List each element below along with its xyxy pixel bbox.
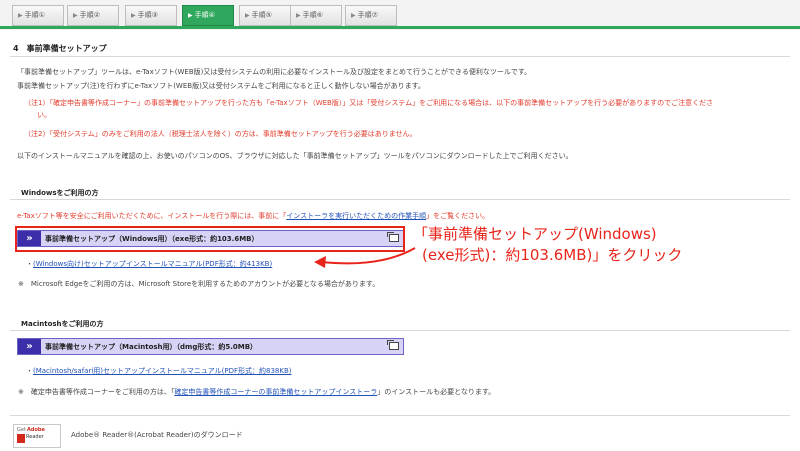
- tab-label: 手順⑥: [302, 11, 323, 19]
- badge-reader-text: Reader: [26, 434, 44, 440]
- intro-text-3: 以下のインストールマニュアルを確認の上、お使いのパソコンのOS、ブラウザに対応し…: [17, 152, 573, 160]
- creation-corner-installer-link[interactable]: 確定申告書等作成コーナーの事前準備セットアップインストーラ: [174, 388, 377, 396]
- tab-step-3[interactable]: ▶ 手順③: [125, 5, 177, 26]
- intro-text-1: 「事前準備セットアップ」ツールは、e-Taxソフト(WEB版)又は受付システムの…: [17, 68, 532, 76]
- adobe-logo-icon: [17, 434, 25, 443]
- edge-note: ※ Microsoft Edgeをご利用の方は、Microsoft Storeを…: [18, 280, 380, 288]
- triangle-icon: ▶: [296, 12, 301, 19]
- windows-heading: Windowsをご利用の方: [21, 189, 99, 197]
- tab-step-5[interactable]: ▶ 手順⑤: [239, 5, 291, 26]
- adobe-reader-badge[interactable]: Get Adobe Reader: [13, 424, 61, 448]
- note-1: （注1）「確定申告書等作成コーナー」の事前準備セットアップを行った方も「e-Ta…: [24, 99, 714, 107]
- triangle-icon: ▶: [351, 12, 356, 19]
- warning-text-end: 」をご覧ください。: [426, 212, 490, 220]
- mac-note-text: ※ 確定申告書等作成コーナーをご利用の方は、「: [18, 388, 175, 396]
- tab-label: 手順①: [24, 11, 45, 19]
- triangle-icon: ▶: [73, 12, 78, 19]
- triangle-icon: ▶: [18, 12, 23, 19]
- installer-procedure-link[interactable]: インストーラを実行いただくための作業手順: [286, 212, 426, 220]
- tab-step-6[interactable]: ▶ 手順⑥: [290, 5, 342, 26]
- note-1-continued: い。: [37, 111, 51, 119]
- annotation-highlight-box: [15, 226, 405, 252]
- tab-label: 手順④: [194, 11, 215, 19]
- mac-download-label: 事前準備セットアップ（Macintosh用）（dmg形式：約5.0MB）: [45, 343, 258, 351]
- mac-heading: Macintoshをご利用の方: [21, 320, 104, 328]
- adobe-download-text: Adobe® Reader®(Acrobat Reader)のダウンロード: [71, 431, 243, 439]
- badge-adobe-text: Adobe: [27, 427, 45, 433]
- callout-line-1: 「事前準備セットアップ(Windows): [413, 225, 657, 243]
- note-2: （注2）「受付システム」のみをご利用の法人（税理士法人を除く）の方は、事前準備セ…: [24, 130, 417, 138]
- divider: [10, 56, 790, 57]
- tab-step-4[interactable]: ▶ 手順④: [182, 5, 234, 26]
- tab-label: 手順③: [137, 11, 158, 19]
- double-chevron-right-icon: »: [18, 339, 41, 354]
- tab-step-1[interactable]: ▶ 手順①: [12, 5, 64, 26]
- tab-step-7[interactable]: ▶ 手順⑦: [345, 5, 397, 26]
- warning-text: e-Taxソフト等を安全にご利用いただくために、インストールを行う際には、事前に…: [17, 212, 287, 220]
- step-tab-bar: ▶ 手順① ▶ 手順② ▶ 手順③ ▶ 手順④ ▶ 手順⑤ ▶ 手順⑥ ▶ 手順⑦: [0, 0, 800, 30]
- mac-note: ※ 確定申告書等作成コーナーをご利用の方は、「確定申告書等作成コーナーの事前準備…: [18, 387, 495, 397]
- mac-manual-link[interactable]: (Macintosh/safari用)セットアップインストールマニュアル(PDF…: [33, 367, 292, 375]
- mac-note-text-end: 」のインストールも必要となります。: [377, 388, 496, 396]
- external-window-icon: [387, 340, 399, 350]
- windows-warning: e-Taxソフト等を安全にご利用いただくために、インストールを行う際には、事前に…: [17, 211, 489, 221]
- divider: [10, 415, 790, 416]
- mac-download-button[interactable]: » 事前準備セットアップ（Macintosh用）（dmg形式：約5.0MB）: [17, 338, 404, 355]
- divider: [10, 330, 790, 331]
- tab-label: 手順⑤: [251, 11, 272, 19]
- tab-label: 手順⑦: [357, 11, 378, 19]
- section-title: 4 事前準備セットアップ: [13, 44, 107, 53]
- tab-label: 手順②: [79, 11, 100, 19]
- callout-line-2: (exe形式)：約103.6MB)」をクリック: [422, 246, 683, 264]
- mac-manual-item: ・(Macintosh/safari用)セットアップインストールマニュアル(PD…: [26, 366, 292, 376]
- badge-get-text: Get: [17, 427, 26, 433]
- windows-manual-item: ・(Windows向け)セットアップインストールマニュアル(PDF形式：約413…: [26, 259, 272, 269]
- triangle-icon: ▶: [131, 12, 136, 19]
- intro-text-2: 事前準備セットアップ(注)を行わずにe-Taxソフト(WEB版)又は受付システム…: [17, 82, 425, 90]
- divider: [10, 199, 790, 200]
- triangle-icon: ▶: [245, 12, 250, 19]
- tab-step-2[interactable]: ▶ 手順②: [67, 5, 119, 26]
- windows-manual-link[interactable]: (Windows向け)セットアップインストールマニュアル(PDF形式：約413K…: [33, 260, 272, 268]
- bullet: ・: [26, 260, 33, 268]
- triangle-icon: ▶: [188, 12, 193, 19]
- bullet: ・: [26, 367, 33, 375]
- tab-underline: [0, 26, 800, 29]
